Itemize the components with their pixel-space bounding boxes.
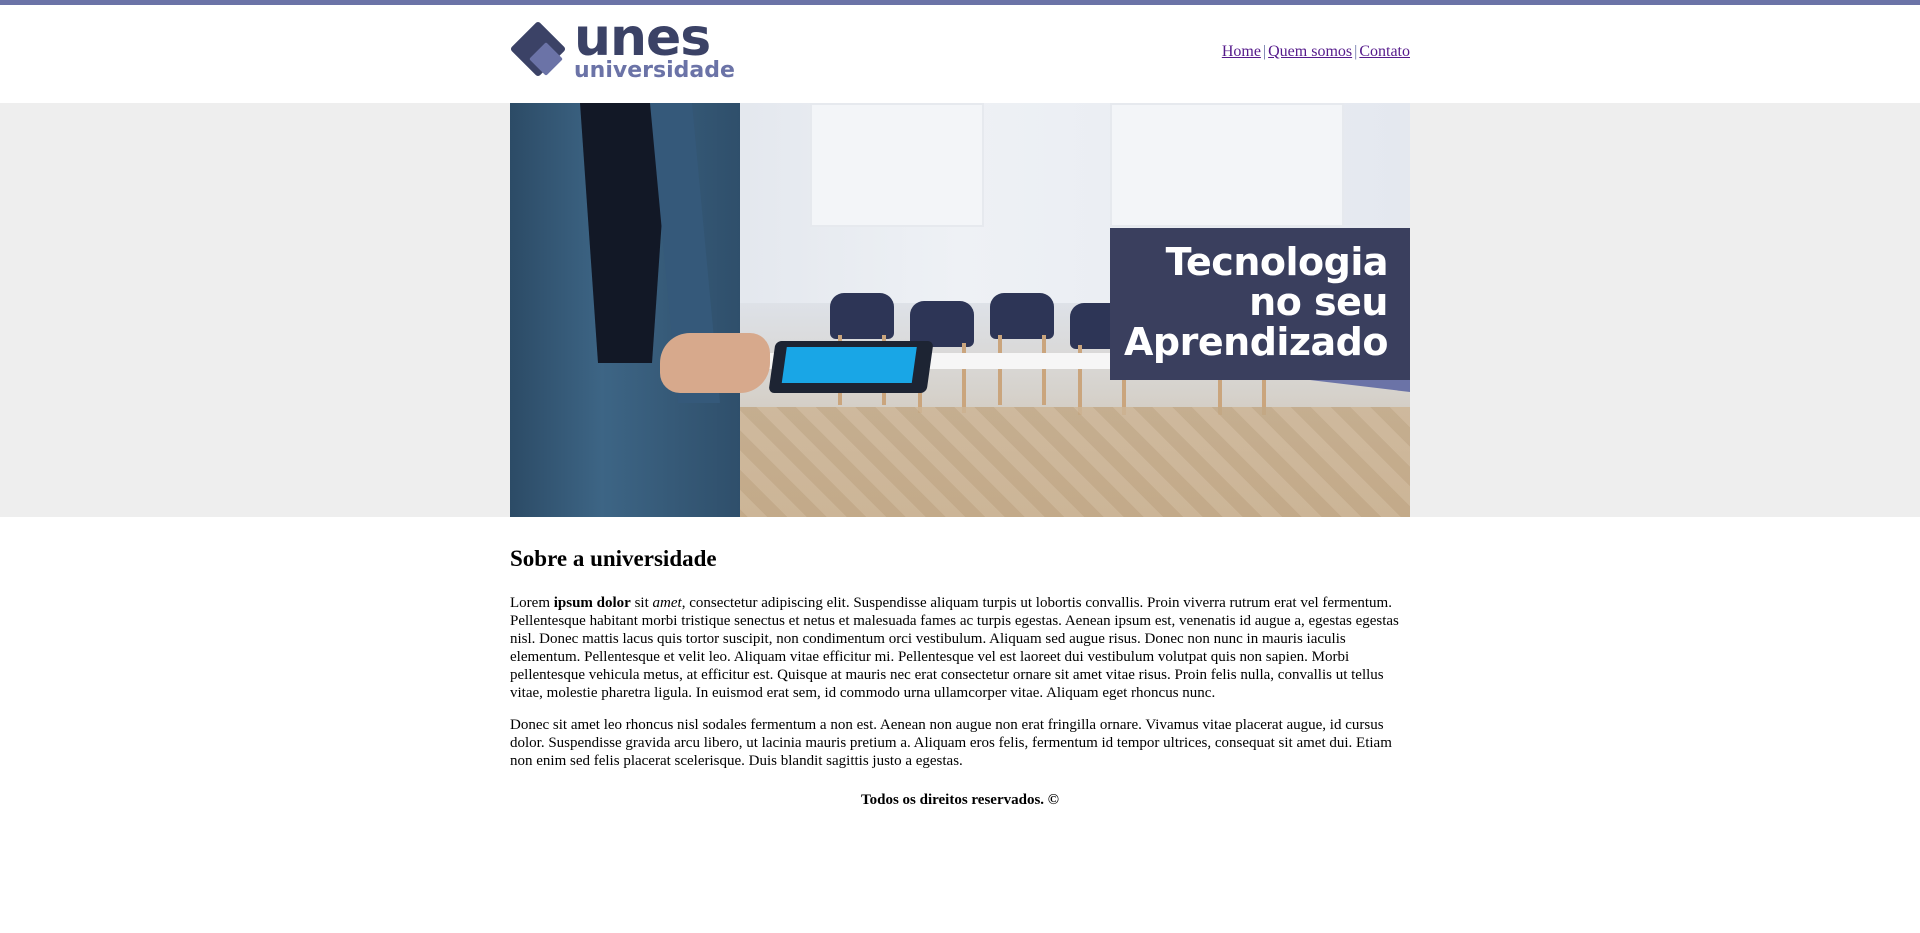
person-figure: [510, 103, 740, 517]
italic-text: amet: [652, 595, 682, 611]
logo-subtitle: universidade: [574, 58, 735, 83]
logo-wordmark: unes: [574, 8, 711, 68]
nav-contato-link[interactable]: Contato: [1359, 43, 1410, 60]
hero-banner: Tecnologia no seu Aprendizado: [0, 103, 1920, 517]
site-header: unes universidade Home | Quem somos | Contat…: [0, 5, 1920, 103]
nav-home-link[interactable]: Home: [1222, 43, 1261, 60]
nav-separator: |: [1354, 43, 1358, 60]
main-nav: Home | Quem somos | Contato: [1222, 43, 1410, 61]
paragraph-1: Lorem ipsum dolor sit amet, consectetur …: [510, 595, 1399, 701]
hero-caption-line: Tecnologia: [1165, 240, 1389, 284]
site-footer: Todos os direitos reservados. ©: [860, 792, 1060, 808]
hero-caption-line: no seu: [1249, 280, 1388, 324]
bold-text: ipsum dolor: [553, 595, 631, 611]
nav-quem-somos-link[interactable]: Quem somos: [1268, 43, 1352, 60]
hero-image: Tecnologia no seu Aprendizado: [510, 103, 1410, 517]
section-heading: Sobre a universidade: [510, 546, 717, 571]
tablet-illustration: [768, 341, 934, 393]
hero-caption-line: Aprendizado: [1124, 320, 1388, 364]
paragraph-2: Donec sit amet leo rhoncus nisl sodales …: [510, 717, 1392, 769]
main-content: Sobre a universidade Lorem ipsum dolor s…: [0, 517, 1920, 809]
diamond-logo-icon: [510, 21, 568, 81]
hero-caption: Tecnologia no seu Aprendizado: [1110, 228, 1410, 380]
site-logo[interactable]: unes universidade: [510, 12, 735, 83]
nav-separator: |: [1262, 43, 1267, 60]
